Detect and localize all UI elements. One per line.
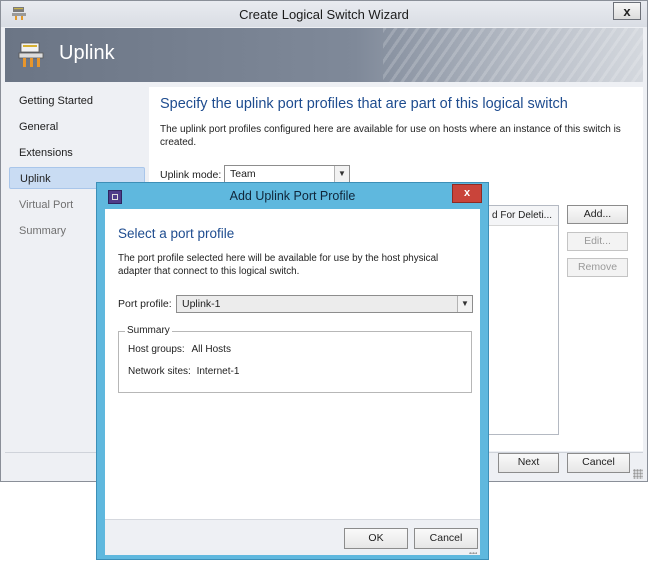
network-sites-row: Network sites: Internet-1 (128, 366, 239, 377)
network-sites-value: Internet-1 (196, 366, 240, 377)
network-sites-label: Network sites: (128, 366, 191, 377)
wizard-title: Create Logical Switch Wizard (239, 7, 409, 22)
banner-title: Uplink (59, 42, 115, 64)
page-heading: Specify the uplink port profiles that ar… (160, 96, 568, 112)
page-description: The uplink port profiles configured here… (160, 124, 621, 148)
dialog-title: Add Uplink Port Profile (229, 189, 356, 203)
summary-legend: Summary (125, 325, 172, 336)
chevron-down-icon[interactable]: ▼ (334, 166, 349, 182)
nav-item-general[interactable]: General (9, 116, 145, 138)
nav-item-getting-started[interactable]: Getting Started (9, 90, 145, 112)
dialog-resize-grip-icon[interactable] (469, 552, 477, 554)
host-groups-value: All Hosts (191, 344, 231, 355)
next-button[interactable]: Next (498, 453, 559, 473)
summary-group: Summary Host groups: All Hosts Network s… (118, 325, 472, 393)
uplink-mode-dropdown[interactable]: Team ▼ (224, 165, 350, 183)
edit-button[interactable]: Edit... (567, 232, 628, 251)
chevron-down-icon[interactable]: ▼ (457, 296, 472, 312)
port-profile-label: Port profile: (118, 298, 172, 310)
dialog-heading: Select a port profile (118, 226, 235, 241)
port-profile-value: Uplink-1 (182, 298, 221, 310)
dialog-body: Select a port profile The port profile s… (105, 209, 480, 555)
column-header-marked-for-deletion[interactable]: d For Deleti... (488, 206, 558, 226)
dialog-description: The port profile selected here will be a… (118, 253, 439, 277)
ok-button[interactable]: OK (344, 528, 408, 549)
host-groups-row: Host groups: All Hosts (128, 344, 231, 355)
port-profile-dropdown[interactable]: Uplink-1 ▼ (176, 295, 473, 313)
wizard-close-button[interactable]: x (613, 2, 641, 20)
uplink-profiles-list[interactable]: d For Deleti... (487, 205, 559, 435)
wizard-banner: Uplink (5, 28, 643, 82)
uplink-mode-label: Uplink mode: (160, 169, 222, 181)
banner-decoration (383, 28, 643, 82)
uplink-server-icon (18, 42, 44, 67)
uplink-mode-value: Team (230, 168, 256, 180)
dialog-footer: OK Cancel (105, 519, 480, 555)
remove-button[interactable]: Remove (567, 258, 628, 277)
host-groups-label: Host groups: (128, 344, 185, 355)
add-uplink-port-profile-dialog: Add Uplink Port Profile x Select a port … (96, 182, 489, 560)
dialog-cancel-button[interactable]: Cancel (414, 528, 478, 549)
dialog-close-button[interactable]: x (452, 184, 482, 203)
nav-item-extensions[interactable]: Extensions (9, 142, 145, 164)
resize-grip-icon[interactable] (633, 469, 643, 479)
cancel-button[interactable]: Cancel (567, 453, 630, 473)
wizard-titlebar[interactable]: Create Logical Switch Wizard x (1, 1, 647, 27)
add-button[interactable]: Add... (567, 205, 628, 224)
